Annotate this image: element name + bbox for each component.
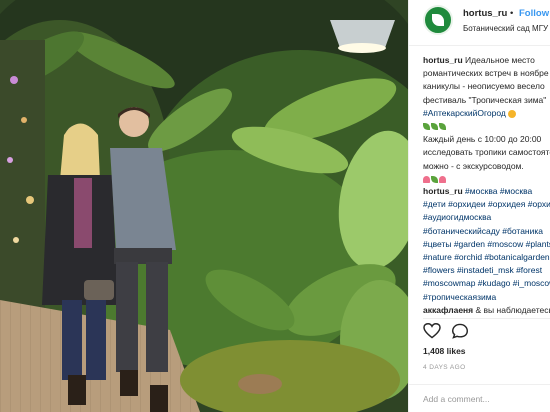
- caption-line: можно - с экскурсоводом.: [423, 160, 524, 171]
- hashtag-link[interactable]: #АптекарскийОгород: [423, 108, 506, 118]
- hashtag-line[interactable]: #flowers #instadeti_msk #forest: [423, 264, 550, 277]
- hashtag-line[interactable]: #аудиогидмосква: [423, 211, 550, 224]
- action-bar: [423, 318, 550, 342]
- post-caption: hortus_ru Идеальное место романтических …: [423, 54, 550, 186]
- username[interactable]: hortus_ru: [463, 8, 507, 19]
- comment-username[interactable]: аккафлаеня: [423, 305, 473, 315]
- post-sidebar: hortus_ru • Follow Ботанический сад МГУ …: [408, 0, 550, 412]
- hashtag-line[interactable]: #тропическаязима: [423, 291, 550, 304]
- heart-icon[interactable]: [423, 323, 441, 339]
- caption-line: каникулы - неописуемо весело: [423, 81, 545, 92]
- photo-illustration: [0, 0, 408, 412]
- caption-line: Каждый день с 10:00 до 20:00: [423, 134, 542, 145]
- caption-line: фестиваль "Тропическая зима": [423, 94, 547, 105]
- hashtag-link[interactable]: #москва #москва: [465, 186, 532, 196]
- leaf-emoji-icon: [423, 123, 430, 131]
- follow-button[interactable]: Follow: [519, 8, 549, 19]
- post-timestamp: 4 DAYS AGO: [423, 364, 466, 371]
- smile-emoji-icon: [508, 109, 517, 118]
- post-header: hortus_ru • Follow Ботанический сад МГУ: [409, 0, 550, 46]
- caption-username[interactable]: hortus_ru: [423, 55, 463, 65]
- avatar[interactable]: [423, 5, 453, 35]
- tulip-emoji-icon: [423, 176, 430, 184]
- hashtag-line[interactable]: #moscowmap #kudago #i_moscow: [423, 277, 550, 290]
- hashtag-line[interactable]: #цветы #garden #moscow #plants: [423, 238, 550, 251]
- leaf-emoji-icon: [431, 176, 438, 184]
- tulip-emoji-icon: [439, 176, 446, 184]
- hashtag-line[interactable]: #ботаническийсаду #ботаника: [423, 225, 550, 238]
- location-link[interactable]: Ботанический сад МГУ: [463, 24, 548, 33]
- leaf-logo-icon: [432, 14, 444, 26]
- caption-line: исследовать тропики самостоятельно: [423, 147, 550, 158]
- comment-username[interactable]: hortus_ru: [423, 186, 463, 196]
- comment-text: & вы наблюдаетесь: [475, 304, 550, 315]
- hashtag-line[interactable]: #nature #orchid #botanicalgarden: [423, 251, 550, 264]
- caption-line: романтических встреч в ноябре: [423, 68, 549, 79]
- leaf-emoji-icon: [439, 123, 446, 131]
- separator-dot: •: [510, 8, 514, 19]
- leaf-emoji-icon: [431, 123, 438, 131]
- likes-count[interactable]: 1,408 likes: [423, 346, 466, 356]
- add-comment-placeholder: Add a comment...: [423, 394, 490, 404]
- post-photo[interactable]: [0, 0, 408, 412]
- hashtag-line[interactable]: #дети #орхидеи #орхидея #орхидеи: [423, 198, 550, 211]
- hashtag-comment: hortus_ru #москва #москва #дети #орхидеи…: [423, 185, 550, 317]
- comment-bubble-icon[interactable]: [451, 323, 469, 339]
- caption-line: Идеальное место: [465, 55, 535, 65]
- add-comment-field[interactable]: Add a comment...: [409, 384, 550, 412]
